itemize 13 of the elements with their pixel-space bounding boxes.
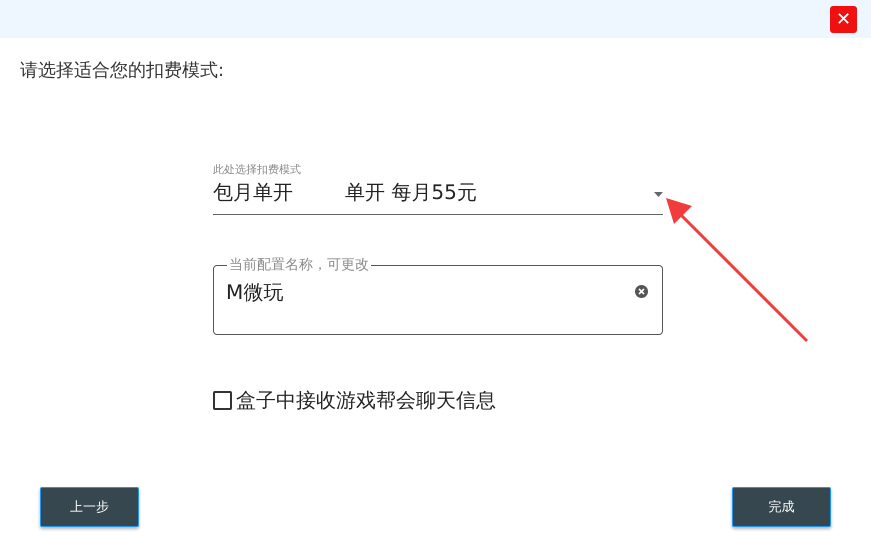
- caret-icon: [654, 192, 663, 197]
- name-input[interactable]: M微玩: [226, 280, 606, 304]
- checkbox[interactable]: [213, 391, 232, 410]
- clear-icon[interactable]: [635, 285, 648, 298]
- dropdown-value: 单开 每月55元: [345, 179, 477, 206]
- dropdown-label: 此处选择扣费模式: [213, 162, 301, 177]
- back-button[interactable]: 上一步: [40, 487, 139, 527]
- field-label: 当前配置名称，可更改: [227, 256, 371, 274]
- mode-dropdown[interactable]: 此处选择扣费模式 包月单开 单开 每月55元: [213, 162, 663, 215]
- prompt-text: 请选择适合您的扣费模式:: [20, 59, 224, 82]
- close-button[interactable]: ✕: [830, 6, 857, 32]
- finish-button[interactable]: 完成: [732, 487, 831, 527]
- dropdown-value: 包月单开: [213, 179, 293, 206]
